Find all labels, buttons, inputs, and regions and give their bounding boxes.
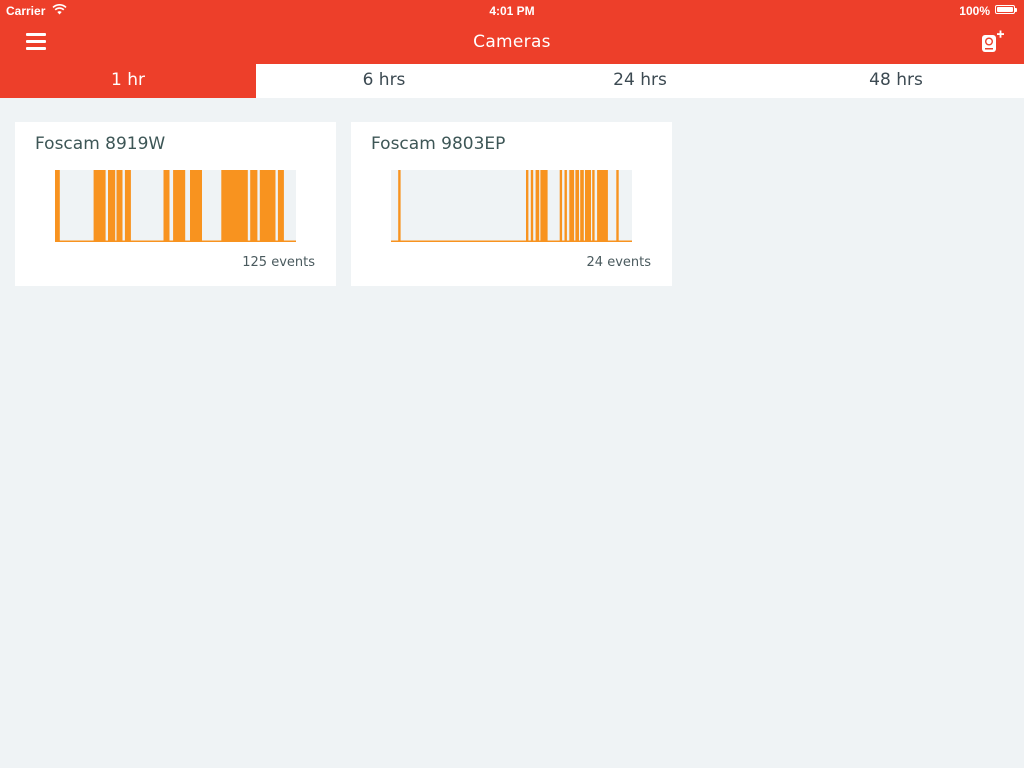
event-bar [569,170,575,241]
event-bar [277,170,284,241]
time-range-tabs: 1 hr 6 hrs 24 hrs 48 hrs [0,64,1024,98]
event-bar [597,170,608,241]
tab-1-hr[interactable]: 1 hr [0,64,256,98]
event-bar [530,170,534,241]
event-bar [93,170,106,241]
event-bar [559,170,563,241]
event-bar [250,170,258,241]
event-bar [585,170,591,241]
event-bar [592,170,595,241]
chart-baseline [391,240,632,242]
page-title: Cameras [473,32,551,52]
tab-48-hrs[interactable]: 48 hrs [768,64,1024,98]
activity-chart [391,170,632,242]
event-bar [540,170,548,241]
event-bar [163,170,170,241]
camera-card-foscam-9803ep[interactable]: Foscam 9803EP 24 events [351,122,672,286]
event-count: 125 events [242,255,315,270]
event-count: 24 events [586,255,651,270]
event-bar [190,170,202,241]
tab-6-hrs[interactable]: 6 hrs [256,64,512,98]
activity-chart [55,170,296,242]
event-bar [580,170,584,241]
camera-name: Foscam 8919W [35,134,166,154]
event-bar [116,170,123,241]
tab-24-hrs[interactable]: 24 hrs [512,64,768,98]
add-camera-icon[interactable] [980,30,1006,54]
event-bar [108,170,116,241]
event-bar [398,170,401,241]
status-bar: Carrier 4:01 PM 100% [0,0,1024,20]
chart-baseline [55,240,296,242]
event-bar [221,170,248,241]
battery-percent: 100% [959,4,990,18]
camera-name: Foscam 9803EP [371,134,506,154]
event-bar [535,170,540,241]
event-bar [124,170,131,241]
nav-bar: Cameras [0,20,1024,64]
event-bar [173,170,186,241]
event-bar [526,170,529,241]
event-bar [616,170,619,241]
chart-background [391,170,632,241]
event-bar [259,170,276,241]
battery-icon [995,5,1017,15]
camera-card-foscam-8919w[interactable]: Foscam 8919W 125 events [15,122,336,286]
event-bar [55,170,60,241]
event-bar [564,170,567,241]
event-bar [575,170,579,241]
clock-time: 4:01 PM [489,4,535,18]
